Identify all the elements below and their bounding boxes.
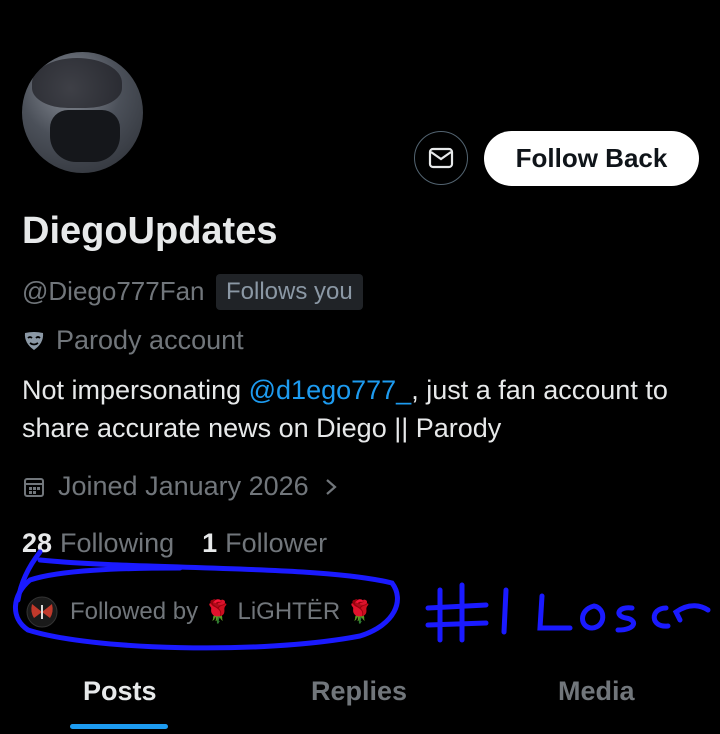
followers-count: 1 xyxy=(202,528,218,558)
follow-back-button[interactable]: Follow Back xyxy=(484,131,699,186)
rose-icon: 🌹 xyxy=(204,599,232,624)
bio-mention-link[interactable]: @d1ego777_ xyxy=(249,375,412,405)
profile-bio: Not impersonating @d1ego777_, just a fan… xyxy=(22,371,712,447)
profile-handle: @Diego777Fan xyxy=(22,276,205,306)
rose-icon: 🌹 xyxy=(346,599,374,624)
followed-by-row[interactable]: Followed by 🌹 LiGHTËR 🌹 xyxy=(26,596,374,628)
joined-row[interactable]: Joined January 2026 xyxy=(22,471,341,502)
followers-link[interactable]: 1 Follower xyxy=(202,528,327,559)
display-name: DiegoUpdates xyxy=(22,210,278,252)
mask-icon xyxy=(24,331,44,350)
drawn-arrow-line xyxy=(15,549,43,603)
follower-avatar xyxy=(26,596,58,628)
profile-tabs: Posts Replies Media xyxy=(0,668,720,734)
following-link[interactable]: 28 Following xyxy=(22,528,174,559)
joined-date: Joined January 2026 xyxy=(58,471,309,501)
following-label: Following xyxy=(60,528,175,558)
parody-label-row: Parody account xyxy=(22,325,244,356)
followers-label: Follower xyxy=(225,528,328,558)
follower-name: LiGHTËR xyxy=(237,598,341,625)
bio-text: Not impersonating xyxy=(22,375,249,405)
chevron-right-icon xyxy=(325,478,337,495)
envelope-icon xyxy=(428,147,454,169)
avatar-face-mask xyxy=(50,110,120,162)
message-button[interactable] xyxy=(414,131,468,185)
tab-media[interactable]: Media xyxy=(558,676,635,707)
parody-label: Parody account xyxy=(56,325,244,355)
calendar-icon xyxy=(24,477,44,497)
drawn-scribble-text xyxy=(425,582,711,643)
followed-by-label: Followed by xyxy=(70,598,199,625)
avatar-hair xyxy=(32,58,122,108)
tab-replies[interactable]: Replies xyxy=(311,676,407,707)
follows-you-badge: Follows you xyxy=(216,274,363,310)
follow-stats: 28 Following 1 Follower xyxy=(22,528,327,559)
following-count: 28 xyxy=(22,528,53,558)
tab-posts[interactable]: Posts xyxy=(83,676,157,707)
active-tab-indicator xyxy=(70,724,168,729)
avatar[interactable] xyxy=(22,52,143,173)
